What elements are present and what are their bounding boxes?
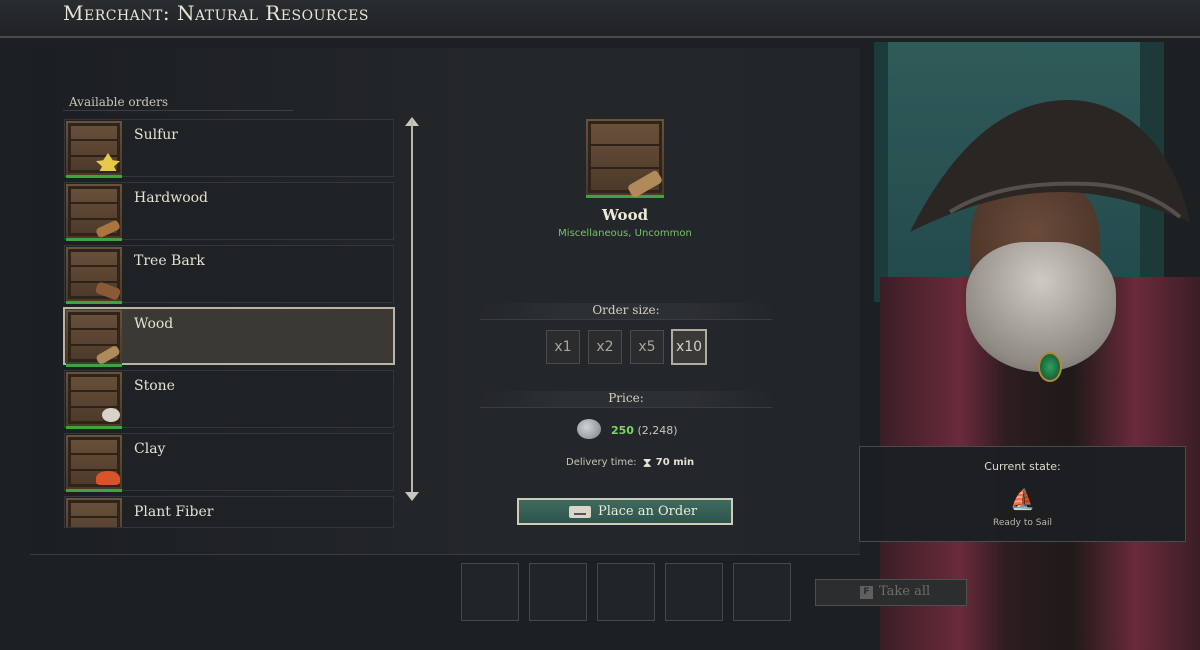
crate-icon — [66, 310, 122, 367]
tricorn-hat — [910, 99, 1190, 232]
selected-item-name: Wood — [601, 206, 649, 224]
order-label: Clay — [134, 441, 166, 457]
merchant-portrait — [880, 92, 1200, 650]
crate-icon — [66, 247, 122, 304]
orders-scrollbar[interactable] — [411, 120, 413, 498]
ship-icon: ⛵ — [1010, 487, 1035, 511]
order-label: Plant Fiber — [134, 504, 214, 520]
selected-item-icon — [586, 119, 664, 199]
place-order-label: Place an Order — [598, 504, 698, 519]
size-x1-button[interactable]: x1 — [546, 330, 580, 364]
coin-icon — [577, 419, 601, 439]
orders-header: Available orders — [63, 94, 293, 111]
merchant-beard — [966, 242, 1116, 372]
scroll-down-arrow[interactable] — [405, 492, 419, 501]
order-label: Hardwood — [134, 190, 209, 206]
order-size-label: Order size: — [480, 303, 772, 320]
order-label: Tree Bark — [134, 253, 205, 269]
order-item-plant-fiber[interactable]: Plant Fiber — [64, 496, 394, 528]
delivery-slot[interactable] — [665, 563, 723, 621]
crate-icon — [66, 121, 122, 178]
order-item-sulfur[interactable]: Sulfur — [64, 119, 394, 178]
spacebar-key-icon — [569, 506, 591, 518]
f-key-icon: F — [860, 586, 873, 599]
order-item-tree-bark[interactable]: Tree Bark — [64, 245, 394, 304]
crate-icon — [66, 435, 122, 492]
order-item-clay[interactable]: Clay — [64, 433, 394, 492]
orders-header-label: Available orders — [69, 95, 169, 109]
delivery-readout: Delivery time: ⧗ 70 min — [566, 456, 694, 471]
place-order-button[interactable]: Place an Order — [517, 498, 733, 525]
price-label: Price: — [480, 391, 772, 408]
crate-icon — [66, 498, 122, 527]
price-value: 250 — [611, 424, 634, 437]
selected-item-category: Miscellaneous, Uncommon — [558, 228, 692, 239]
size-x10-button[interactable]: x10 — [671, 329, 707, 365]
order-label: Wood — [134, 316, 174, 332]
current-state-value: Ready to Sail — [993, 518, 1052, 528]
order-label: Stone — [134, 378, 175, 394]
delivery-slot[interactable] — [597, 563, 655, 621]
size-x2-button[interactable]: x2 — [588, 330, 622, 364]
emerald-amulet — [1038, 352, 1062, 382]
order-label: Sulfur — [134, 127, 178, 143]
crate-icon — [66, 184, 122, 241]
delivery-slot[interactable] — [461, 563, 519, 621]
delivery-slot[interactable] — [529, 563, 587, 621]
crate-icon — [586, 119, 664, 199]
title-bar: Merchant: Natural Resources — [0, 0, 1200, 38]
current-state-panel: Current state: ⛵ Ready to Sail — [859, 446, 1186, 542]
window-title: Merchant: Natural Resources — [63, 1, 369, 25]
order-item-stone[interactable]: Stone — [64, 370, 394, 429]
delivery-value: 70 min — [655, 457, 695, 468]
order-item-wood[interactable]: Wood — [63, 307, 395, 367]
price-readout: 250 (2,248) — [611, 424, 678, 437]
stone-icon — [102, 408, 120, 422]
crate-icon — [66, 372, 122, 429]
clay-icon — [96, 471, 120, 485]
delivery-slot[interactable] — [733, 563, 791, 621]
price-total: (2,248) — [637, 424, 678, 437]
order-item-hardwood[interactable]: Hardwood — [64, 182, 394, 241]
size-x5-button[interactable]: x5 — [630, 330, 664, 364]
delivery-label: Delivery time: — [566, 457, 637, 468]
take-all-label: Take all — [879, 584, 931, 599]
take-all-button[interactable]: F Take all — [815, 579, 967, 606]
current-state-title: Current state: — [984, 460, 1061, 473]
hourglass-icon: ⧗ — [642, 456, 652, 471]
